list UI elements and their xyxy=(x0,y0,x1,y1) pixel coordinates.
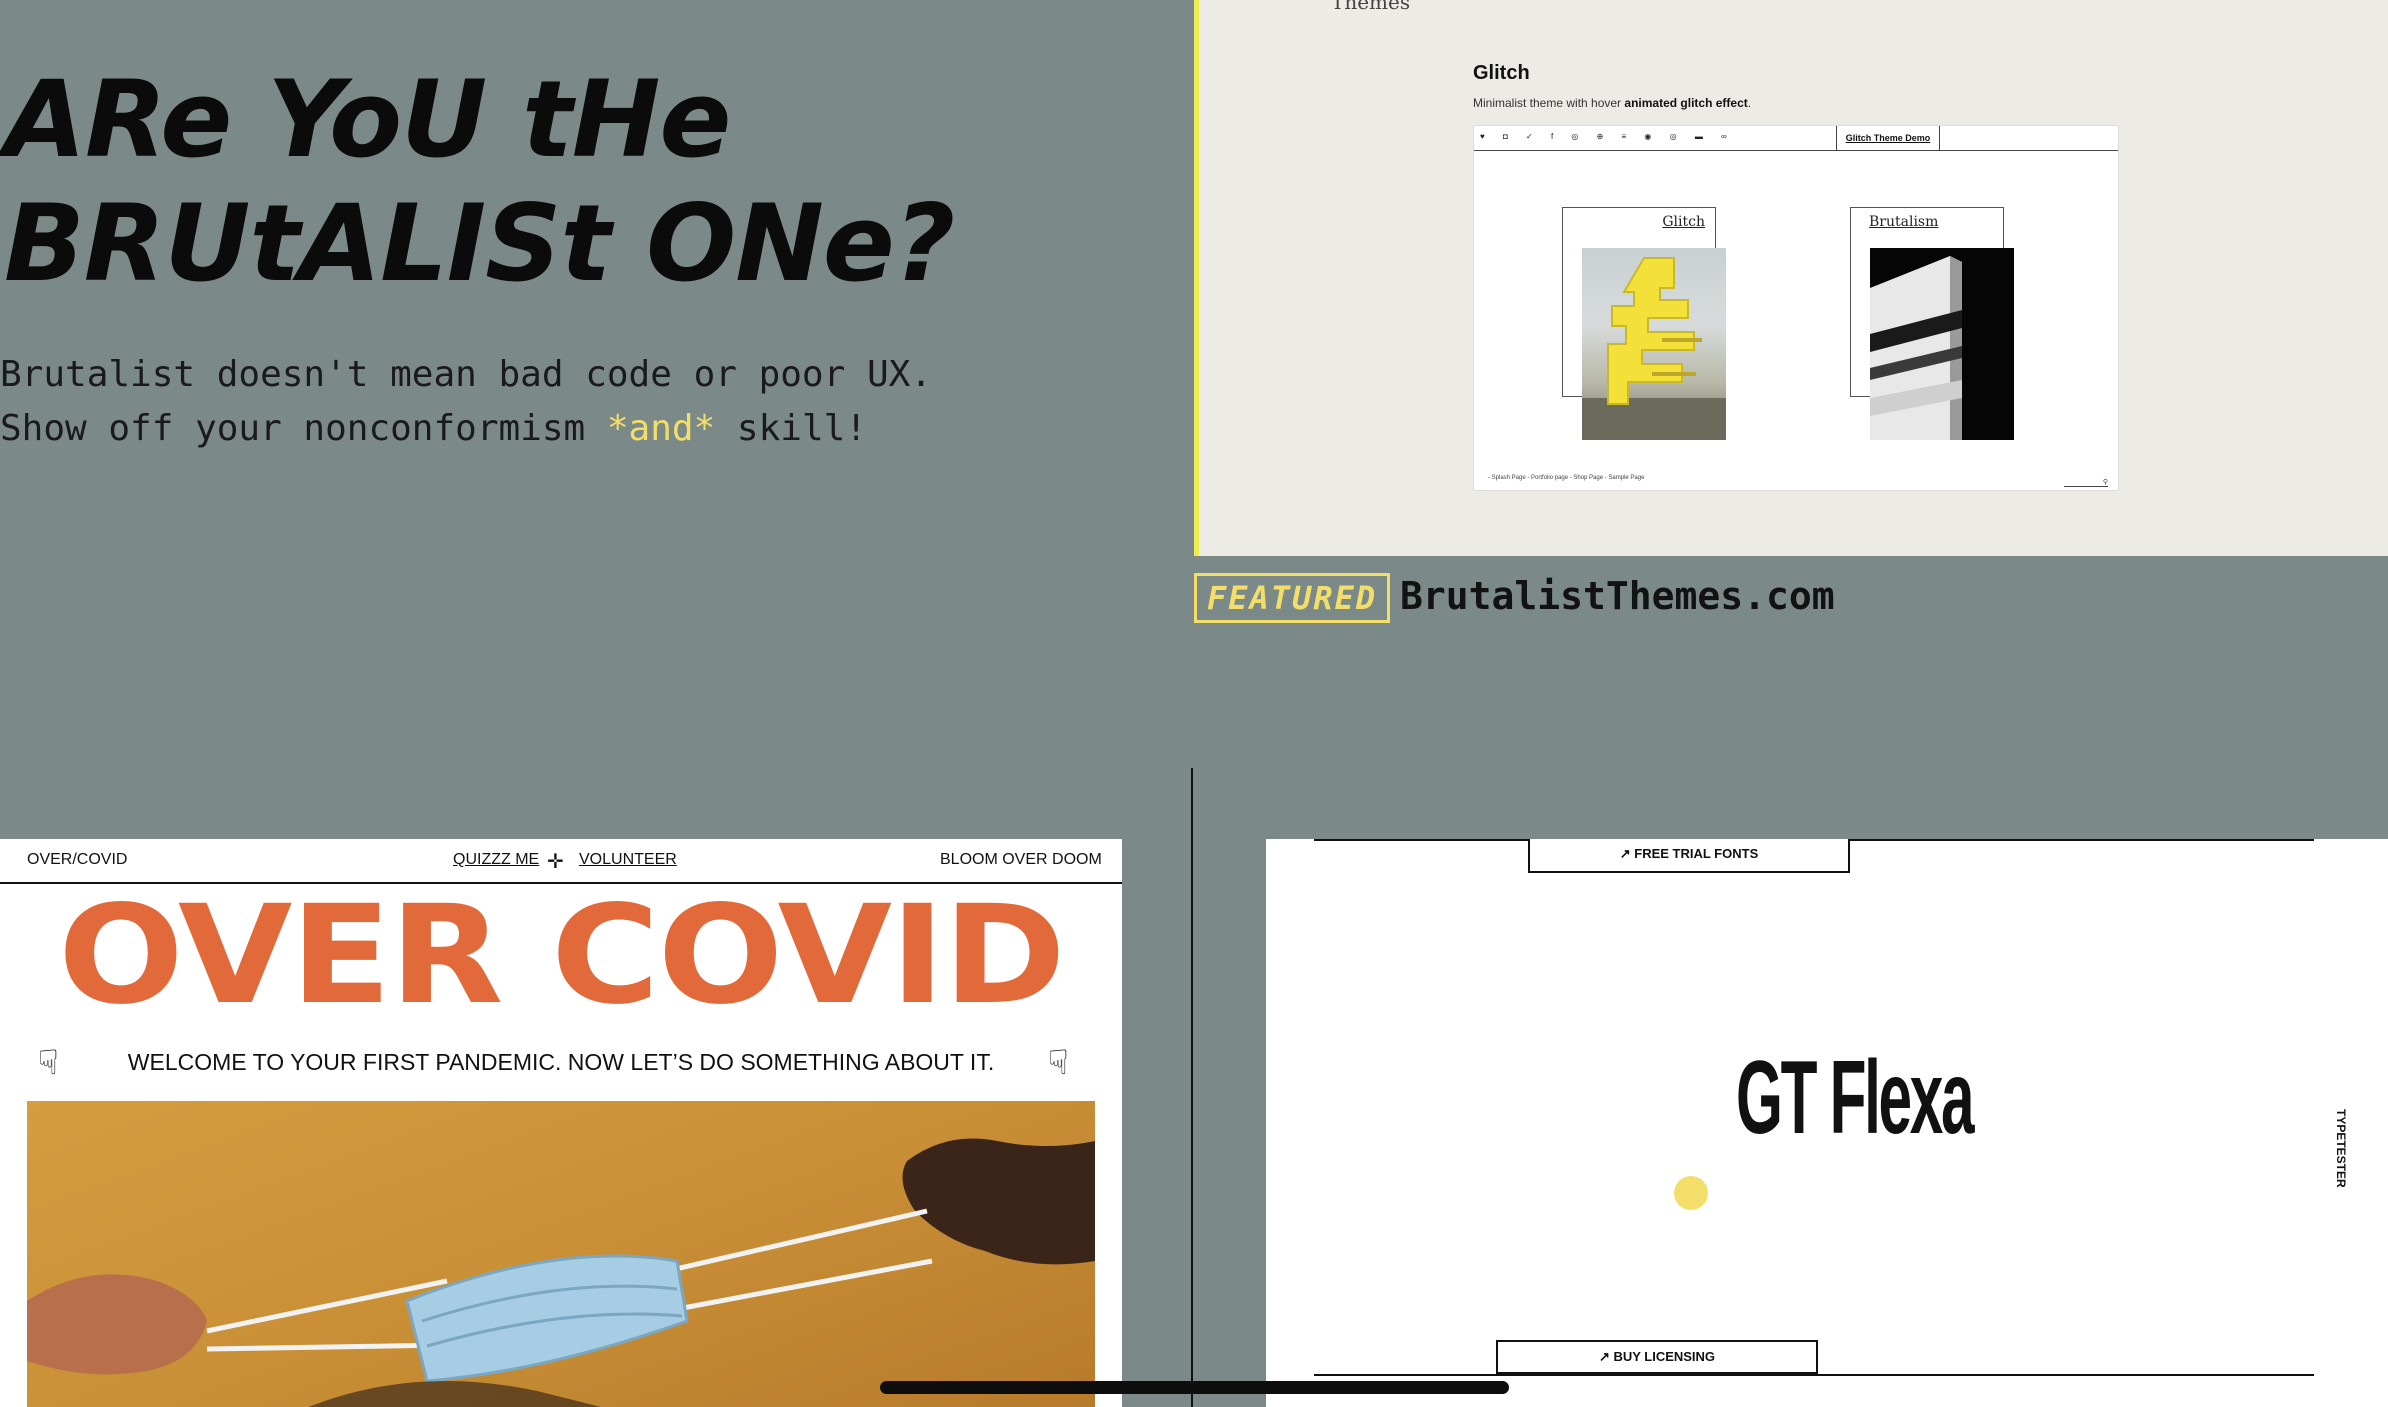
glitch-building-image xyxy=(1582,248,1726,440)
buy-licensing-button[interactable]: ↗ BUY LICENSING xyxy=(1496,1340,1818,1374)
brutalism-building-image xyxy=(1870,248,2014,440)
cursor-dot xyxy=(1674,1176,1708,1210)
plus-icon: ✛ xyxy=(547,851,564,873)
nav-quiz-link[interactable]: QUIZZZ ME xyxy=(453,851,539,869)
hero-title-line-1: ARe YoU tHe xyxy=(4,58,731,181)
demo-tab[interactable]: Glitch Theme Demo xyxy=(1836,126,1940,151)
covid-welcome-text: WELCOME TO YOUR FIRST PANDEMIC. NOW LET’… xyxy=(127,1049,995,1075)
hero-body-highlight: *and* xyxy=(606,408,716,449)
theme-description-text: Minimalist theme with hover xyxy=(1473,96,1625,110)
nav-tagline[interactable]: BLOOM OVER DOOM xyxy=(940,851,1102,869)
gt-flexa-screenshot[interactable]: ↗ FREE TRIAL FONTS GT Flexa TYPETESTER ↗… xyxy=(1266,839,2388,1407)
free-trial-button[interactable]: ↗ FREE TRIAL FONTS xyxy=(1528,839,1850,873)
breadcrumb: Themes xyxy=(1331,0,1411,14)
hero-body-line-1: Brutalist doesn't mean bad code or poor … xyxy=(0,354,932,395)
preview-card-label: Brutalism xyxy=(1869,214,1939,230)
hero-title: ARe YoU tHe BRUtALISt ONe? xyxy=(4,58,1154,306)
theme-description-end: . xyxy=(1747,96,1752,110)
preview-toolbar: ♥ ◘ ✓ f ◎ ⊕ ≡ ◉ ◎ ▬ ∞ Glitch Theme Demo xyxy=(1474,126,2118,151)
nav-brand[interactable]: OVER/COVID xyxy=(27,851,127,869)
social-icons[interactable]: ♥ ◘ ✓ f ◎ ⊕ ≡ ◉ ◎ ▬ ∞ xyxy=(1480,132,1735,141)
search-icon[interactable]: ⚲ xyxy=(2064,478,2108,487)
nav-volunteer-link[interactable]: VOLUNTEER xyxy=(579,851,677,869)
typetester-tab[interactable]: TYPETESTER xyxy=(2334,1109,2348,1188)
covid-title: OVER COVID xyxy=(58,875,1066,1035)
theme-description: Minimalist theme with hover animated gli… xyxy=(1473,96,1751,110)
home-indicator[interactable] xyxy=(880,1381,1509,1394)
preview-card-label: Glitch xyxy=(1662,214,1705,230)
hero-title-line-2: BRUtALISt ONe? xyxy=(4,182,955,305)
divider xyxy=(1314,1374,2314,1376)
featured-site-link[interactable]: BrutalistThemes.com xyxy=(1400,574,1835,618)
hero-body-text-end: skill! xyxy=(715,408,867,449)
theme-preview[interactable]: ♥ ◘ ✓ f ◎ ⊕ ≡ ◉ ◎ ▬ ∞ Glitch Theme Demo … xyxy=(1473,125,2119,491)
preview-footer-links[interactable]: - Splash Page - Portfolio page - Shop Pa… xyxy=(1488,475,1644,481)
font-title: GT Flexa xyxy=(1736,1040,1975,1156)
pointing-hand-icon: ☟ xyxy=(1048,1044,1069,1082)
vertical-divider xyxy=(1191,768,1193,1407)
theme-description-bold: animated glitch effect xyxy=(1624,96,1748,110)
theme-title: Glitch xyxy=(1473,62,1530,84)
hero-body-line-2: Show off your nonconformism *and* skill! xyxy=(0,402,932,456)
featured-badge: FEATURED xyxy=(1194,573,1391,623)
featured-theme-screenshot[interactable]: Themes Glitch Minimalist theme with hove… xyxy=(1194,0,2388,556)
hero-body-text: Show off your nonconformism xyxy=(0,408,607,449)
hero-body: Brutalist doesn't mean bad code or poor … xyxy=(0,348,932,456)
over-covid-screenshot[interactable]: OVER/COVID QUIZZZ ME ✛ VOLUNTEER BLOOM O… xyxy=(0,839,1122,1407)
mask-hands-photo xyxy=(27,1101,1095,1407)
